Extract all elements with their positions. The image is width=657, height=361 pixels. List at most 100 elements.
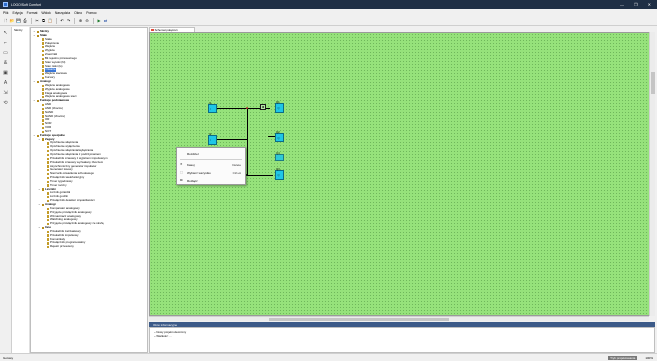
context-menu: Rozdziel ✕ Kasuj Delete ⬚ Wybierz wszyst…	[176, 147, 246, 185]
wire	[215, 139, 247, 140]
expand-icon[interactable]: −	[38, 138, 41, 141]
leaf-spacer-icon	[43, 173, 46, 176]
block-icon	[46, 176, 49, 180]
menu-widok[interactable]: Widok	[41, 11, 50, 15]
expand-icon[interactable]: −	[33, 34, 36, 37]
menu-item-kasuj[interactable]: ✕ Kasuj Delete	[177, 161, 245, 169]
scroll-thumb[interactable]	[651, 72, 655, 94]
menu-edycja[interactable]: Edycja	[12, 11, 22, 15]
text-icon[interactable]: A	[2, 80, 9, 86]
special-functions-icon[interactable]: ▣	[2, 70, 9, 76]
maximize-button[interactable]: ❐	[634, 2, 638, 7]
minimize-button[interactable]: —	[620, 2, 624, 7]
expand-icon[interactable]: −	[33, 30, 36, 34]
leaf-spacer-icon	[43, 231, 46, 234]
expand-icon[interactable]: −	[33, 80, 36, 84]
leaf-spacer-icon	[43, 215, 46, 218]
block-output-1[interactable]: Q1 Q	[275, 100, 284, 113]
open-icon[interactable]: 📂	[10, 19, 15, 24]
constants-icon[interactable]: ▭	[2, 50, 9, 56]
leaf-spacer-icon	[38, 115, 41, 118]
leaf-spacer-icon	[38, 111, 41, 114]
menu-narzedzia[interactable]: Narzędzia	[55, 11, 70, 15]
leaf-spacer-icon	[43, 150, 46, 153]
block-input-2[interactable]: I2 I	[208, 132, 217, 145]
leaf-spacer-icon	[43, 196, 46, 199]
block-icon	[46, 169, 49, 172]
block-icon	[46, 245, 49, 249]
folder-icon	[36, 30, 39, 34]
toolbar-separator	[74, 18, 75, 24]
block-output-2[interactable]: Q2 Q	[275, 130, 284, 142]
menu-bar: Plik Edycja Format Widok Narzędzia Okno …	[0, 9, 657, 17]
menu-separator	[180, 159, 242, 160]
menu-item-wybierz-wszystko[interactable]: ⬚ Wybierz wszystko Ctrl+A	[177, 169, 245, 177]
tree-item[interactable]: Rejestr przesuwny	[31, 244, 147, 249]
menu-plik[interactable]: Plik	[3, 11, 8, 15]
block-icon	[41, 53, 44, 57]
block-icon	[46, 242, 49, 245]
block-icon	[41, 103, 44, 107]
vertical-scrollbar[interactable]	[649, 32, 655, 316]
block-icon	[46, 215, 49, 218]
leaf-spacer-icon	[43, 181, 46, 184]
block-output-4[interactable]: Q4	[275, 151, 284, 161]
wire	[247, 108, 248, 176]
leaf-spacer-icon	[38, 92, 41, 95]
leaf-spacer-icon	[38, 61, 41, 64]
redo-icon[interactable]: ↷	[66, 19, 71, 24]
block-icon	[41, 84, 44, 87]
menu-item-rozlacz[interactable]: ⊠ Rozłącz	[177, 177, 245, 185]
expand-icon[interactable]: −	[38, 226, 41, 230]
expand-icon[interactable]: −	[38, 203, 41, 207]
leaf-spacer-icon	[38, 69, 41, 72]
block-icon	[41, 88, 44, 91]
coil-icon[interactable]: ⊐	[260, 104, 266, 110]
print-icon[interactable]: ⎙	[23, 19, 28, 24]
tree-label: Przyjęcie przełącznik analogowy ze stref…	[49, 221, 104, 226]
new-icon[interactable]: 🗋	[3, 19, 8, 24]
wire	[247, 175, 273, 176]
leaf-spacer-icon	[38, 54, 41, 57]
leaf-spacer-icon	[43, 154, 46, 157]
block-icon	[46, 196, 49, 199]
simulation-side-icon[interactable]: ⟲	[2, 100, 9, 106]
expand-icon[interactable]: −	[38, 188, 41, 191]
close-button[interactable]: ✕	[648, 2, 651, 7]
block-input-1[interactable]: I1 I	[208, 101, 217, 113]
menu-okno[interactable]: Okno	[74, 11, 82, 15]
paste-icon[interactable]: 📋	[48, 19, 53, 24]
cut-icon[interactable]: ✂	[35, 19, 40, 24]
menu-format[interactable]: Format	[27, 11, 38, 15]
folder-icon	[41, 203, 44, 207]
leaf-spacer-icon	[43, 169, 46, 172]
transfer-icon[interactable]: ⇄	[103, 19, 108, 24]
block-icon	[46, 211, 49, 214]
menu-item-rozdziel[interactable]: Rozdziel	[177, 150, 245, 158]
block-icon	[41, 57, 44, 61]
connect-icon[interactable]: ⌐	[2, 40, 9, 46]
leaf-spacer-icon	[43, 161, 46, 164]
leaf-spacer-icon	[38, 88, 41, 91]
scroll-thumb[interactable]	[269, 318, 449, 321]
copy-icon[interactable]: ⧉	[41, 19, 46, 24]
tree-header-strip: Skróty	[12, 27, 30, 353]
instruction-tree: − Skróty − Stałe Stała Połączenie Wejście Wyjśc…	[31, 28, 147, 249]
expand-icon[interactable]: −	[33, 99, 36, 103]
block-icon	[46, 149, 49, 153]
basic-functions-icon[interactable]: &	[2, 60, 9, 66]
instruction-tree-pane: − Skróty − Stałe Stała Połączenie Wejście Wyjśc…	[30, 27, 148, 353]
menu-pomoc[interactable]: Pomoc	[86, 11, 97, 15]
expand-icon[interactable]: −	[33, 134, 36, 137]
zoom-in-icon[interactable]: ⊕	[78, 19, 83, 24]
save-icon[interactable]: 💾	[16, 19, 21, 24]
undo-icon[interactable]: ↶	[60, 19, 65, 24]
leaf-spacer-icon	[43, 192, 46, 195]
split-icon[interactable]: ⇲	[2, 90, 9, 96]
horizontal-scrollbar[interactable]	[149, 316, 649, 321]
app-icon	[3, 2, 8, 7]
block-output-3[interactable]: Q3 Q	[275, 167, 284, 180]
simulation-icon[interactable]: ▶	[97, 19, 102, 24]
pointer-icon[interactable]: ↖	[2, 30, 9, 36]
zoom-out-icon[interactable]: ⊖	[85, 19, 90, 24]
